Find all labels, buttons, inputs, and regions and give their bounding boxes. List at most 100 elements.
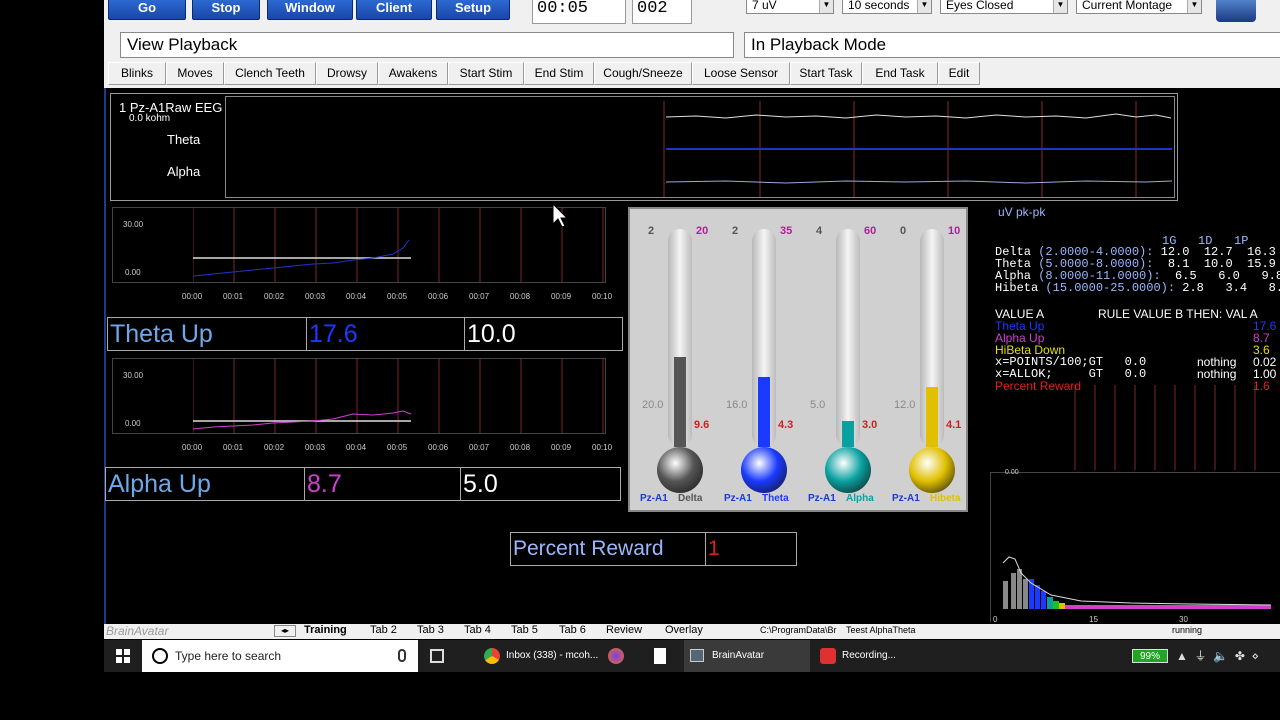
- stop-button[interactable]: Stop: [192, 0, 260, 20]
- search-placeholder: Type here to search: [175, 649, 282, 663]
- event-buttons-row: Blinks Moves Clench Teeth Drowsy Awakens…: [104, 60, 1280, 88]
- rule-allok-action: nothing: [1197, 367, 1237, 381]
- x-tick: 00:01: [223, 443, 244, 452]
- impedance-label: 0.0 kohm: [129, 113, 171, 124]
- alpha-trend-line: [193, 410, 412, 430]
- montage-select-value: Current Montage: [1082, 0, 1173, 12]
- thermo-band: Hibeta: [930, 493, 961, 504]
- end-task-button[interactable]: End Task: [862, 62, 938, 85]
- alpha-up-value: 8.7: [304, 468, 460, 500]
- taskbar-recording-label: Recording...: [842, 650, 896, 661]
- chrome-icon: [484, 648, 500, 664]
- go-button[interactable]: Go: [108, 0, 186, 20]
- thermometer-hibeta: 0 10 4.1 12.0 Pz-A1 Hibeta: [890, 209, 966, 509]
- firefox-icon[interactable]: [608, 648, 624, 664]
- edit-button[interactable]: Edit: [938, 62, 980, 85]
- duration-select[interactable]: 10 seconds ▼: [842, 0, 932, 14]
- thermo-marker: 20.0: [642, 399, 664, 411]
- taskbar-chrome-inbox[interactable]: Inbox (338) - mcoh...: [480, 640, 600, 672]
- start-stim-button[interactable]: Start Stim: [448, 62, 524, 85]
- clench-teeth-button[interactable]: Clench Teeth: [224, 62, 316, 85]
- session-name: Teest AlphaTheta: [846, 625, 916, 635]
- taskbar-brainavatar-label: BrainAvatar: [712, 650, 765, 661]
- blinks-button[interactable]: Blinks: [108, 62, 166, 85]
- battery-indicator[interactable]: 99%: [1132, 649, 1168, 663]
- tab-overlay[interactable]: Overlay: [665, 624, 703, 636]
- thermo-max: 20: [696, 225, 709, 237]
- drowsy-button[interactable]: Drowsy: [316, 62, 378, 85]
- taskbar-brainavatar[interactable]: BrainAvatar: [684, 640, 810, 672]
- x-tick: 00:10: [592, 443, 613, 452]
- tab-review[interactable]: Review: [606, 624, 642, 636]
- spectrum-svg: [1002, 556, 1272, 609]
- thermo-bulb: [909, 447, 955, 493]
- thermo-site: Pz-A1: [724, 493, 752, 504]
- x-tick: 00:10: [592, 292, 613, 301]
- raw-trace-svg: [663, 101, 1173, 197]
- tab-6[interactable]: Tab 6: [559, 624, 586, 636]
- theta-trace-label: Theta: [167, 132, 201, 147]
- thermo-min: 2: [648, 225, 655, 237]
- awakens-button[interactable]: Awakens: [378, 62, 448, 85]
- playback-mode-status: In Playback Mode: [744, 32, 1280, 58]
- thermo-threshold: 9.6: [694, 419, 710, 431]
- brainavatar-app-icon: [690, 649, 704, 662]
- top-toolbar: Go Stop Window Client Setup 00:05 002 7 …: [104, 0, 1280, 30]
- chevron-down-icon: ▼: [819, 0, 833, 13]
- thermometer-panel: 2 20 9.6 20.0 Pz-A1 Delta 2 35 4.3 16.0 …: [628, 207, 968, 512]
- file-icon[interactable]: [654, 648, 666, 664]
- cough-sneeze-button[interactable]: Cough/Sneeze: [594, 62, 692, 85]
- rules-panel: VALUE A RULE VALUE B THEN: VAL A Theta U…: [995, 305, 1280, 475]
- taskbar-search-box[interactable]: Type here to search: [142, 640, 418, 672]
- alpha-trend-ymax: 30.00: [123, 371, 144, 380]
- tab-5[interactable]: Tab 5: [511, 624, 538, 636]
- tab-2[interactable]: Tab 2: [370, 624, 397, 636]
- system-tray-icons[interactable]: ▲ ⏚ 🔈 ✤ ⋄: [1176, 640, 1259, 672]
- scale-select[interactable]: 7 uV ▼: [746, 0, 834, 14]
- x-tick: 00:06: [428, 443, 449, 452]
- windows-start-icon[interactable]: [116, 649, 130, 663]
- thermo-max: 60: [864, 225, 877, 237]
- task-view-icon[interactable]: [430, 649, 444, 663]
- hibeta-values: 2.8 3.4 8.9: [1182, 281, 1280, 295]
- search-icon: [152, 648, 168, 664]
- thermo-tube: [752, 229, 776, 447]
- end-stim-button[interactable]: End Stim: [524, 62, 594, 85]
- setup-button[interactable]: Setup: [436, 0, 510, 20]
- data-path: C:\ProgramData\Br: [760, 625, 837, 635]
- alpha-trace-label: Alpha: [167, 164, 201, 179]
- thermo-site: Pz-A1: [808, 493, 836, 504]
- theta-trend-svg: [193, 208, 604, 282]
- camera-icon[interactable]: [1216, 0, 1256, 22]
- thermo-min: 0: [900, 225, 907, 237]
- thermo-bulb: [741, 447, 787, 493]
- microphone-icon[interactable]: [398, 649, 406, 662]
- condition-select[interactable]: Eyes Closed ▼: [940, 0, 1068, 14]
- thermo-bulb: [657, 447, 703, 493]
- tab-4[interactable]: Tab 4: [464, 624, 491, 636]
- x-tick: 00:03: [305, 292, 326, 301]
- loose-sensor-button[interactable]: Loose Sensor: [692, 62, 790, 85]
- tab-training[interactable]: Training: [304, 624, 347, 636]
- x-tick: 00:08: [510, 443, 531, 452]
- chevron-down-icon: ▼: [1187, 0, 1201, 13]
- thermo-fill: [842, 421, 854, 447]
- montage-select[interactable]: Current Montage ▼: [1076, 0, 1202, 14]
- tab-3[interactable]: Tab 3: [417, 624, 444, 636]
- taskbar-recording[interactable]: Recording...: [814, 640, 936, 672]
- alpha-trace: [665, 180, 1173, 184]
- x-tick: 00:07: [469, 443, 490, 452]
- alpha-trend-chart: 30.00 0.00: [112, 358, 606, 434]
- thermo-band: Alpha: [846, 493, 874, 504]
- tab-scroll-arrows[interactable]: ◂▸: [274, 625, 296, 637]
- client-button[interactable]: Client: [356, 0, 432, 20]
- theta-up-threshold: 10.0: [464, 318, 622, 350]
- thermo-tube: [668, 229, 692, 447]
- moves-button[interactable]: Moves: [166, 62, 224, 85]
- start-task-button[interactable]: Start Task: [790, 62, 862, 85]
- bottom-status-bar: BrainAvatar ◂▸ Training Tab 2 Tab 3 Tab …: [104, 624, 1280, 639]
- window-button[interactable]: Window: [267, 0, 353, 20]
- theta-trend-chart: 30.00 0.00: [112, 207, 606, 283]
- spectrum-chart: 0.00 0 15 30: [990, 469, 1280, 624]
- x-tick: 00:05: [387, 292, 408, 301]
